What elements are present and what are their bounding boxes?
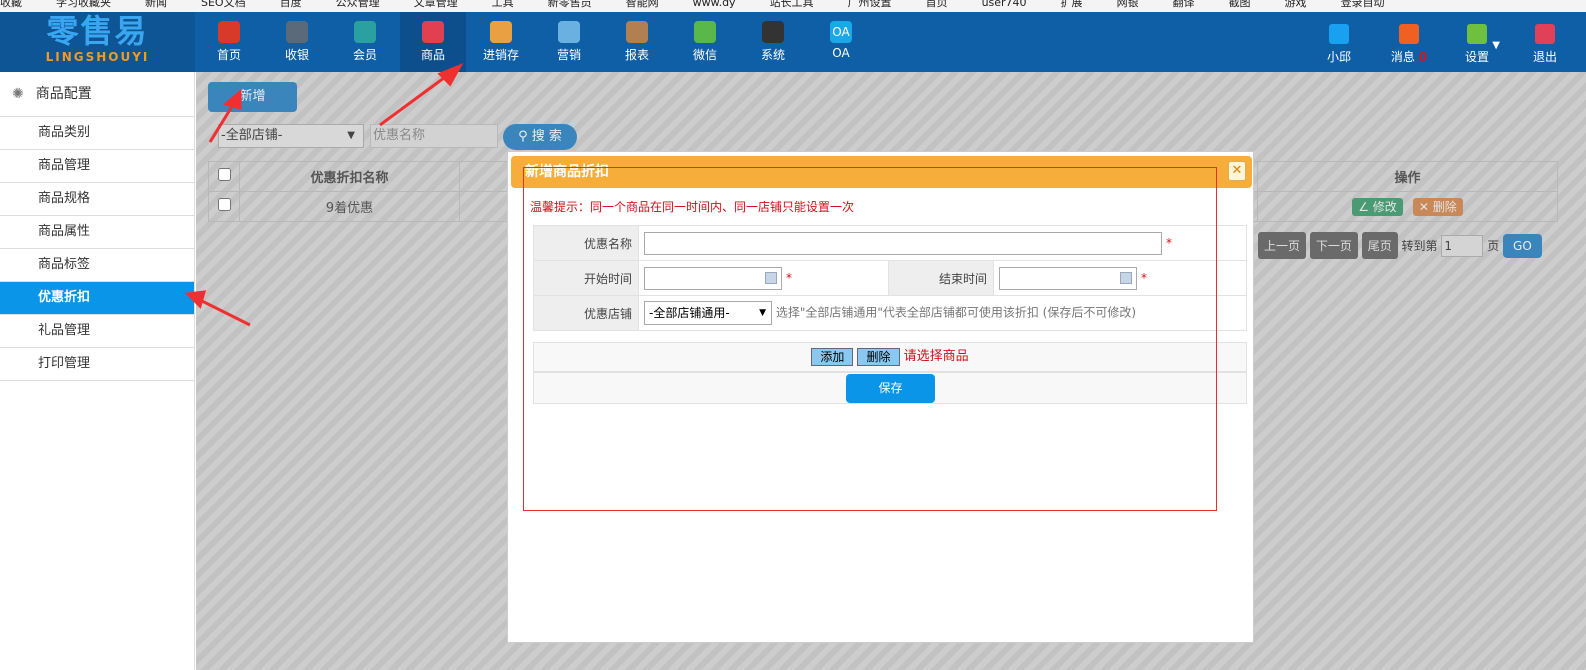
end-time-input[interactable]	[999, 266, 1137, 290]
bookmark-item[interactable]: 新零售员	[548, 0, 592, 9]
bookmark-item[interactable]: www.dy	[693, 0, 736, 9]
sidebar-item[interactable]: 商品属性	[0, 216, 194, 249]
calendar-icon[interactable]	[1120, 271, 1132, 284]
delete-button[interactable]: ✕ 删除	[1412, 198, 1463, 216]
bookmark-item[interactable]: 文章管理	[414, 0, 458, 9]
message-badge: 0	[1418, 50, 1428, 64]
nav-report[interactable]: 报表	[604, 12, 670, 72]
bookmark-item[interactable]: 首页	[926, 0, 948, 9]
bookmark-item[interactable]: 游戏	[1285, 0, 1307, 9]
bookmark-item[interactable]: 站长工具	[770, 0, 814, 9]
store-select[interactable]: -全部店铺通用- ▼	[644, 301, 772, 325]
prev-page-button[interactable]: 上一页	[1258, 232, 1307, 259]
sidebar-item[interactable]: 商品类别	[0, 117, 194, 150]
product-icon	[422, 21, 444, 43]
search-button[interactable]: ⚲ 搜 索	[503, 124, 577, 150]
nav-inventory[interactable]: 进销存	[468, 12, 534, 72]
next-page-button[interactable]: 下一页	[1309, 232, 1358, 259]
member-icon	[354, 21, 376, 43]
discount-form: 优惠名称 * 开始时间 * 结束时间 * 优惠店铺 -全部店铺通用- ▼ 选择"全部店铺通…	[533, 225, 1247, 331]
logout-icon	[1535, 24, 1555, 44]
bookmark-item[interactable]: 截图	[1229, 0, 1251, 9]
warning-tip: 温馨提示：同一个商品在同一时间内、同一店铺只能设置一次	[530, 200, 855, 214]
bell-icon	[1399, 24, 1419, 44]
nav-wechat[interactable]: 微信	[672, 12, 738, 72]
start-time-input[interactable]	[644, 266, 782, 290]
sidebar-item[interactable]: 商品管理	[0, 150, 194, 183]
close-icon[interactable]: ✕	[1228, 161, 1246, 181]
select-all-checkbox[interactable]	[217, 168, 231, 181]
edit-button[interactable]: ∠ 修改	[1352, 198, 1403, 216]
page-input[interactable]: 1	[1441, 235, 1484, 257]
gear-icon: ✺	[12, 86, 24, 102]
bookmark-item[interactable]: 扩展	[1061, 0, 1083, 9]
nav-user[interactable]: 小邱	[1314, 12, 1364, 72]
inventory-icon	[490, 21, 512, 43]
go-button[interactable]: GO	[1503, 234, 1542, 258]
nav-product[interactable]: 商品	[400, 12, 466, 72]
row-checkbox[interactable]	[217, 198, 231, 211]
oa-icon: OA	[830, 21, 852, 43]
bookmark-item[interactable]: 智能网	[626, 0, 659, 9]
search-icon: ⚲	[518, 129, 532, 144]
bookmark-item[interactable]: user740	[982, 0, 1027, 9]
last-page-button[interactable]: 尾页	[1361, 232, 1398, 259]
save-button[interactable]: 保存	[846, 374, 935, 403]
bookmarks-bar: 收藏 学习收藏夹 新闻 SEO文档 百度 公众管理 文章管理 工具 新零售员 智能网 www.dy 站…	[0, 0, 1586, 12]
nav-member[interactable]: 会员	[332, 12, 398, 72]
top-header: 零售易 LINGSHOUYI 首页 收银 会员 商品 进销存 营销 报表 微信 系统 OA OA 小…	[0, 12, 1586, 72]
bookmark-item[interactable]: 百度	[280, 0, 302, 9]
nav-gear[interactable]: 设置 ▼	[1452, 12, 1502, 72]
bookmark-item[interactable]: 网银	[1117, 0, 1139, 9]
calendar-icon[interactable]	[765, 271, 777, 284]
add-product-button[interactable]: 添加	[811, 347, 854, 366]
sidebar-title: ✺ 商品配置	[0, 72, 194, 117]
chevron-down-icon: ▼	[347, 130, 355, 141]
nav-oa[interactable]: OA OA	[808, 12, 874, 72]
bookmark-item[interactable]: 登录自动	[1341, 0, 1385, 9]
report-icon	[626, 21, 648, 43]
sidebar-item[interactable]: 打印管理	[0, 348, 194, 381]
add-discount-dialog: 新增商品折扣 ✕ 温馨提示：同一个商品在同一时间内、同一店铺只能设置一次 优惠名…	[507, 151, 1254, 643]
sidebar-item[interactable]: 礼品管理	[0, 315, 194, 348]
gear-icon	[1467, 24, 1487, 44]
dialog-title: 新增商品折扣	[511, 156, 1252, 188]
nav-monitor[interactable]: 系统	[740, 12, 806, 72]
wechat-icon	[694, 21, 716, 43]
bookmark-item[interactable]: 学习收藏夹	[56, 0, 111, 9]
bookmark-item[interactable]: 新闻	[145, 0, 167, 9]
sidebar-item[interactable]: 优惠折扣	[0, 282, 194, 315]
nav-cash-register[interactable]: 收银	[264, 12, 330, 72]
bookmark-item[interactable]: 广州设置	[848, 0, 892, 9]
save-row: 保存	[533, 372, 1247, 404]
nav-megaphone[interactable]: 营销	[536, 12, 602, 72]
cash-register-icon	[286, 21, 308, 43]
store-select[interactable]: -全部店铺- ▼	[218, 124, 364, 148]
nav-bell[interactable]: 消息 0	[1384, 12, 1434, 72]
sidebar: ✺ 商品配置 商品类别 商品管理 商品规格 商品属性 商品标签 优惠折扣 礼品管理 打印管理	[0, 72, 195, 670]
sidebar-item[interactable]: 商品标签	[0, 249, 194, 282]
discount-name-input[interactable]	[644, 231, 1162, 255]
nav-logout[interactable]: 退出	[1520, 12, 1570, 72]
bookmark-item[interactable]: 工具	[492, 0, 514, 9]
product-actions: 添加 删除 请选择商品	[533, 342, 1247, 372]
logo[interactable]: 零售易 LINGSHOUYI	[0, 12, 195, 72]
add-button[interactable]: 新增	[208, 82, 297, 112]
pager: 上一页 下一页 尾页 转到第 1 页 GO	[1258, 232, 1542, 259]
user-icon	[1329, 24, 1349, 44]
chevron-down-icon: ▼	[759, 308, 766, 318]
bookmark-item[interactable]: 翻译	[1173, 0, 1195, 9]
bookmark-item[interactable]: 公众管理	[336, 0, 380, 9]
monitor-icon	[762, 21, 784, 43]
bookmark-item[interactable]: 收藏	[0, 0, 22, 9]
nav-home[interactable]: 首页	[196, 12, 262, 72]
sidebar-item[interactable]: 商品规格	[0, 183, 194, 216]
delete-product-button[interactable]: 删除	[857, 347, 900, 366]
megaphone-icon	[558, 21, 580, 43]
name-search-input[interactable]: 优惠名称	[370, 124, 498, 148]
bookmark-item[interactable]: SEO文档	[201, 0, 246, 9]
chevron-down-icon: ▼	[1492, 40, 1500, 51]
home-icon	[218, 21, 240, 43]
